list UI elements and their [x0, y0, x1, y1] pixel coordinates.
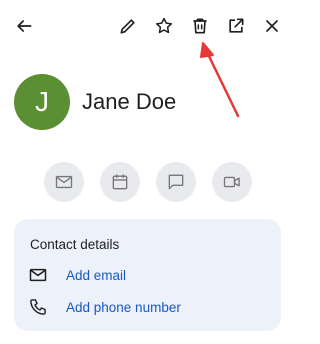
mail-icon [55, 175, 73, 189]
add-email-row[interactable]: Add email [28, 264, 126, 286]
send-email-button[interactable] [44, 162, 84, 202]
schedule-event-button[interactable] [100, 162, 140, 202]
edit-pencil-icon [120, 19, 135, 34]
contact-details-title: Contact details [30, 237, 120, 252]
phone-icon [30, 299, 46, 315]
open-in-new-window-button[interactable] [224, 14, 248, 38]
add-phone-link[interactable]: Add phone number [66, 300, 181, 315]
top-toolbar [0, 0, 293, 56]
chat-icon [168, 174, 184, 190]
video-icon [223, 176, 240, 188]
back-button[interactable] [12, 14, 36, 38]
avatar-initial: J [35, 86, 49, 117]
close-icon [266, 20, 278, 32]
star-icon [155, 17, 173, 34]
delete-button[interactable] [188, 14, 212, 38]
open-in-new-icon [229, 18, 244, 33]
avatar: J [14, 74, 70, 130]
close-button[interactable] [260, 14, 284, 38]
contact-details-card: Contact details Add email Add phone numb… [14, 219, 281, 331]
add-phone-row[interactable]: Add phone number [28, 296, 181, 318]
back-arrow-icon [17, 20, 32, 32]
chat-button[interactable] [156, 162, 196, 202]
video-call-button[interactable] [212, 162, 252, 202]
calendar-icon [112, 174, 128, 190]
trash-icon [193, 18, 207, 34]
add-email-link[interactable]: Add email [66, 268, 126, 283]
contact-name: Jane Doe [82, 89, 177, 114]
edit-button[interactable] [116, 14, 140, 38]
star-button[interactable] [152, 14, 176, 38]
mail-icon [29, 268, 47, 282]
